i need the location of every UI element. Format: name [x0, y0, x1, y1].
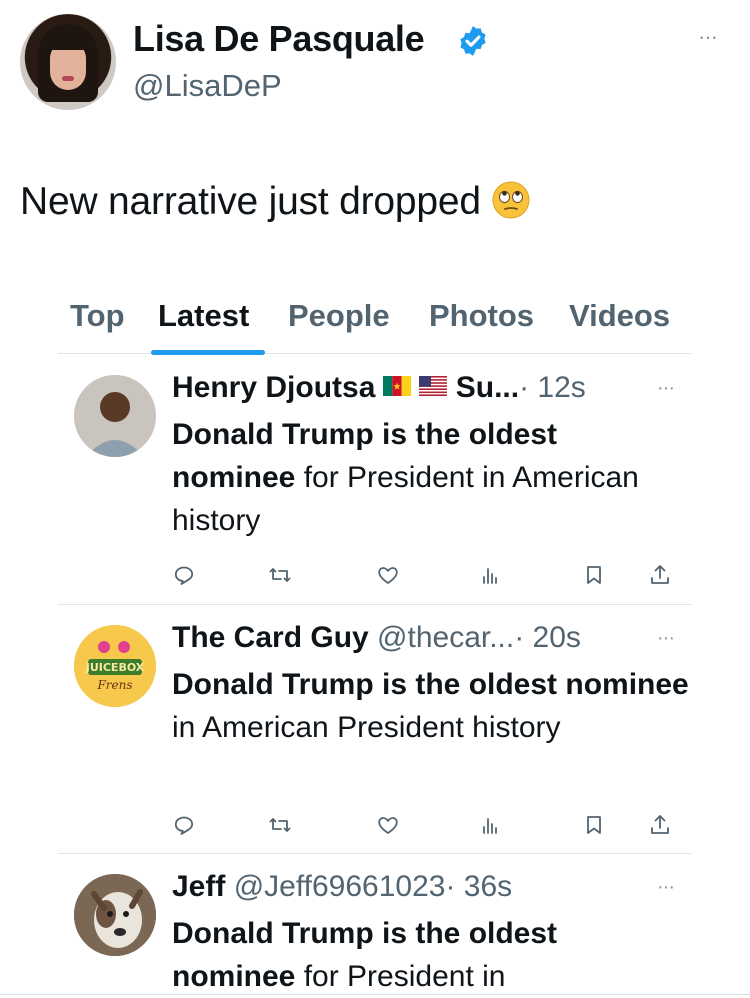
- post-more-icon[interactable]: ···: [657, 377, 675, 400]
- tweet-text-content: New narrative just dropped: [20, 180, 481, 223]
- eye-roll-emoji-icon: [492, 181, 530, 219]
- post-timestamp[interactable]: · 36s: [445, 870, 512, 903]
- tab-latest[interactable]: Latest: [158, 298, 249, 334]
- search-result-post[interactable]: Henry Djoutsa Su...· 12s ··· Donald Trum…: [58, 355, 692, 605]
- post-timestamp[interactable]: · 20s: [514, 621, 581, 654]
- share-icon[interactable]: [648, 813, 672, 837]
- tab-top[interactable]: Top: [70, 298, 125, 334]
- post-text-rest: for President in: [295, 960, 506, 993]
- post-text: Donald Trump is the oldest nominee in Am…: [172, 663, 692, 749]
- post-header: Jeff @Jeff69661023· 36s: [172, 870, 512, 904]
- verified-badge-icon: [460, 26, 486, 56]
- search-tabs: Top Latest People Photos Videos: [58, 296, 692, 355]
- post-text-rest: in American President history: [172, 711, 561, 744]
- search-result-post[interactable]: JUICEBOX Frens The Card Guy @thecar...· …: [58, 605, 692, 854]
- usa-flag-icon: [419, 376, 448, 396]
- person-photo-icon: [74, 375, 156, 457]
- post-more-icon[interactable]: ···: [657, 627, 675, 650]
- post-author-handle[interactable]: @thecar...: [377, 621, 514, 654]
- tab-people[interactable]: People: [288, 298, 390, 334]
- cameroon-flag-icon: [383, 376, 412, 396]
- post-actions: [172, 563, 672, 587]
- retweet-icon[interactable]: [268, 563, 292, 587]
- post-author-name-suffix[interactable]: Su...: [456, 371, 519, 404]
- tab-photos[interactable]: Photos: [429, 298, 534, 334]
- post-text: Donald Trump is the oldest nominee for P…: [172, 912, 672, 998]
- post-text: Donald Trump is the oldest nominee for P…: [172, 413, 672, 542]
- bookmark-icon[interactable]: [582, 563, 606, 587]
- like-icon[interactable]: [376, 563, 400, 587]
- views-icon[interactable]: [478, 563, 502, 587]
- svg-text:Frens: Frens: [96, 678, 132, 692]
- post-timestamp[interactable]: · 12s: [519, 371, 586, 404]
- post-actions: [172, 813, 672, 837]
- retweet-icon[interactable]: [268, 813, 292, 837]
- post-avatar[interactable]: [74, 874, 156, 956]
- bookmark-icon[interactable]: [582, 813, 606, 837]
- author-name[interactable]: Lisa De Pasquale: [133, 18, 425, 60]
- views-icon[interactable]: [478, 813, 502, 837]
- post-author-handle[interactable]: @Jeff69661023: [234, 870, 446, 903]
- search-result-post[interactable]: Jeff @Jeff69661023· 36s ··· Donald Trump…: [58, 854, 692, 994]
- post-avatar[interactable]: JUICEBOX Frens: [74, 625, 156, 707]
- like-icon[interactable]: [376, 813, 400, 837]
- tab-videos[interactable]: Videos: [569, 298, 670, 334]
- juicebox-logo-icon: JUICEBOX Frens: [74, 625, 156, 707]
- post-text-bold: Donald Trump is the oldest nominee: [172, 668, 689, 701]
- post-more-icon[interactable]: ···: [657, 876, 675, 899]
- post-avatar[interactable]: [74, 375, 156, 457]
- post-author-name[interactable]: Jeff: [172, 870, 225, 903]
- post-author-name[interactable]: Henry Djoutsa: [172, 371, 375, 404]
- dog-photo-icon: [74, 874, 156, 956]
- tweet-text: New narrative just dropped: [20, 180, 531, 224]
- share-icon[interactable]: [648, 563, 672, 587]
- post-header: The Card Guy @thecar...· 20s: [172, 621, 581, 655]
- bottom-divider: [0, 994, 750, 995]
- post-author-name[interactable]: The Card Guy: [172, 621, 369, 654]
- post-header: Henry Djoutsa Su...· 12s: [172, 371, 586, 405]
- reply-icon[interactable]: [172, 813, 196, 837]
- more-options-icon[interactable]: ···: [698, 24, 718, 50]
- author-avatar[interactable]: [20, 14, 116, 110]
- author-handle[interactable]: @LisaDeP: [133, 68, 282, 104]
- juicebox-logo-text: JUICEBOX: [85, 661, 145, 674]
- reply-icon[interactable]: [172, 563, 196, 587]
